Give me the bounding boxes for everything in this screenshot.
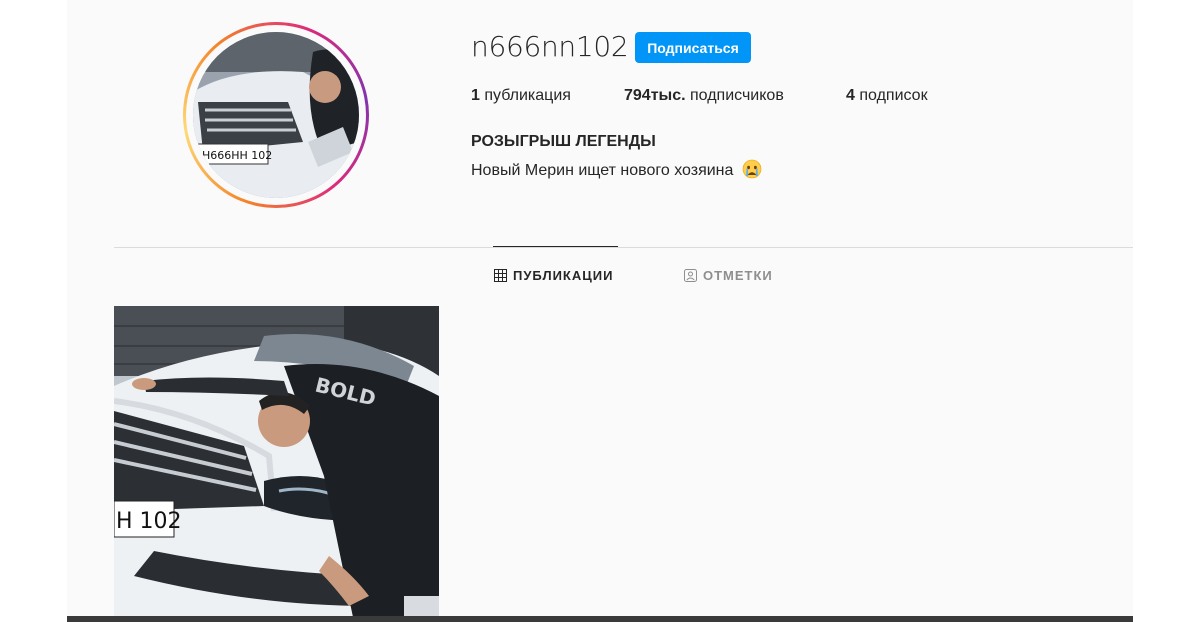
tab-tagged-label: ОТМЕТКИ <box>703 268 773 283</box>
avatar-photo: Н666НН 102 <box>193 32 359 198</box>
avatar-plate-text: Н666НН 102 <box>202 149 272 162</box>
grid-icon <box>494 269 507 282</box>
tab-tagged[interactable]: ОТМЕТКИ <box>684 268 773 283</box>
post-photo: Н 102 BOLD <box>114 306 439 622</box>
follow-button[interactable]: Подписаться <box>635 32 751 63</box>
stat-followers-label: подписчиков <box>685 87 784 104</box>
stat-posts-label: публикация <box>479 87 571 104</box>
stat-following-count: 4 <box>846 87 855 104</box>
stat-posts-count: 1 <box>471 87 480 104</box>
profile-avatar-story-ring[interactable]: Н666НН 102 <box>183 22 369 208</box>
tab-posts[interactable]: ПУБЛИКАЦИИ <box>494 268 613 283</box>
post-plate-text: Н 102 <box>116 509 182 534</box>
tagged-user-icon <box>684 269 697 282</box>
tab-posts-label: ПУБЛИКАЦИИ <box>513 268 614 283</box>
stat-following-label: подписок <box>854 87 928 104</box>
post-thumbnail[interactable]: Н 102 BOLD <box>114 306 439 622</box>
profile-username: n666nn102 <box>471 30 629 63</box>
stat-followers[interactable]: 794тыс. подписчиков <box>624 87 784 105</box>
active-tab-indicator <box>493 246 618 247</box>
bio-text-line: Новый Мерин ищет нового хозяина <box>471 159 762 180</box>
stat-following[interactable]: 4 подписок <box>846 87 928 105</box>
bio-text: Новый Мерин ищет нового хозяина <box>471 162 734 179</box>
stat-followers-count: 794тыс. <box>624 87 686 104</box>
tabs-divider <box>114 247 1133 248</box>
stat-posts: 1 публикация <box>471 87 571 105</box>
bio-title: РОЗЫГРЫШ ЛЕГЕНДЫ <box>471 133 656 150</box>
avatar[interactable]: Н666НН 102 <box>193 32 359 198</box>
bottom-scrollbar-edge <box>67 616 1133 622</box>
crying-face-emoji-icon <box>742 159 762 179</box>
